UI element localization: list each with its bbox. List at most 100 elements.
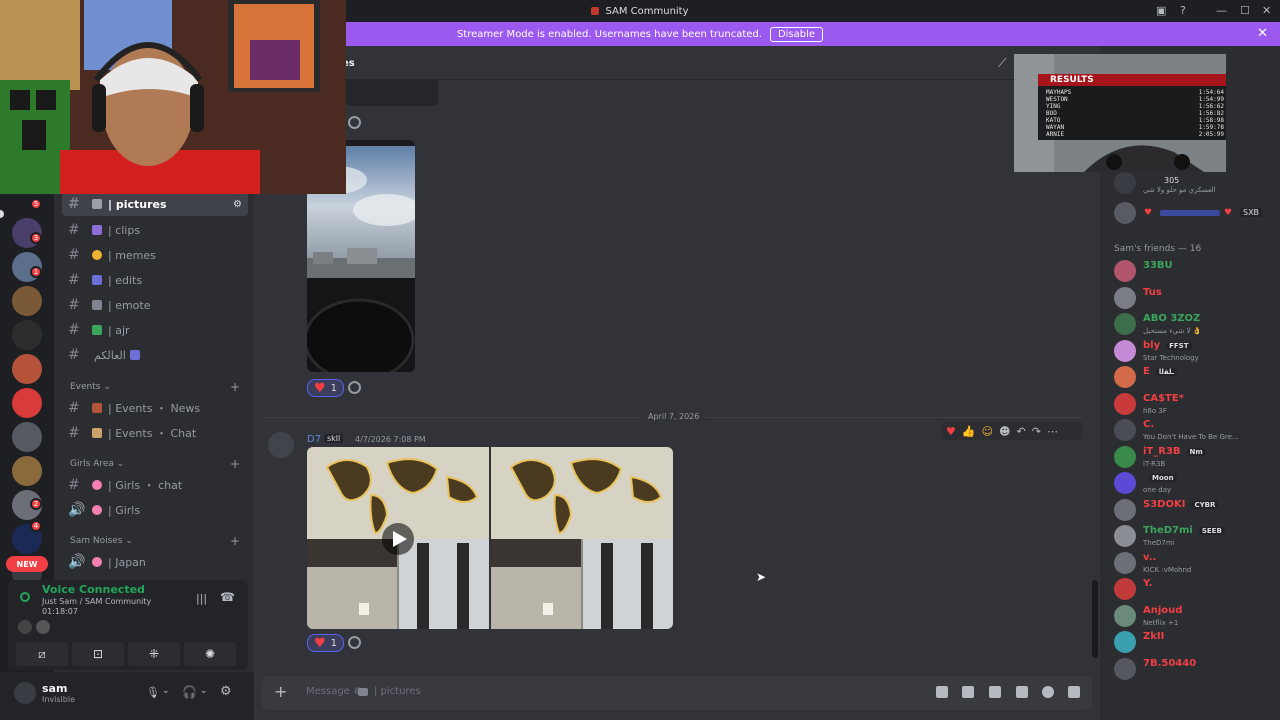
member-avatar[interactable] <box>1114 604 1136 627</box>
image-attachment[interactable] <box>346 80 438 106</box>
screen-share-button[interactable]: ⊡ <box>72 642 124 666</box>
channel-edits[interactable]: # | edits <box>62 268 248 292</box>
author-guild-tag[interactable]: skll <box>324 434 344 443</box>
add-reaction-icon[interactable]: ☻ <box>999 425 1010 438</box>
participant-avatar[interactable] <box>36 620 50 634</box>
server-icon[interactable] <box>12 286 42 316</box>
member-row[interactable]: 33BU <box>1114 258 1276 286</box>
member-avatar[interactable] <box>1114 419 1136 441</box>
minimize-icon[interactable]: — <box>1216 4 1227 17</box>
heart-reaction[interactable]: ♥ 1 <box>307 634 345 652</box>
channel-girls-voice[interactable]: 🔊 | Girls <box>62 498 248 522</box>
translate-icon[interactable] <box>936 686 948 698</box>
member-row[interactable]: Anjoud Netflix +1 <box>1114 603 1276 631</box>
channel-girls-chat[interactable]: # | Girls ・ chat <box>62 473 248 497</box>
member-avatar[interactable] <box>1114 657 1136 680</box>
member-row[interactable]: E ـﻠﻘﻟا <box>1114 364 1276 392</box>
chevron-down-icon[interactable]: ⌄ <box>200 686 208 696</box>
apps-icon[interactable] <box>1068 686 1080 698</box>
member-row[interactable]: v.. KICK :vMohnd <box>1114 550 1276 578</box>
message-composer[interactable]: + Message # | pictures <box>262 676 1092 710</box>
gift-icon[interactable] <box>962 686 974 698</box>
member-avatar[interactable] <box>1114 366 1136 388</box>
category-events[interactable]: Events ⌄ <box>70 382 111 392</box>
signal-icon[interactable] <box>20 592 30 602</box>
channel-japan[interactable]: 🔊 | Japan <box>62 550 248 574</box>
member-avatar[interactable] <box>1114 578 1136 600</box>
member-row[interactable]: Tus <box>1114 285 1276 313</box>
message-author[interactable]: D7 <box>307 434 321 445</box>
thumbs-up-quick-react-icon[interactable]: 👍 <box>962 425 976 438</box>
channel-pictures[interactable]: # | pictures ⚙ <box>62 192 248 216</box>
disconnect-icon[interactable]: ☎ <box>220 590 235 604</box>
add-channel-icon[interactable]: + <box>230 457 240 471</box>
avatar[interactable] <box>14 682 36 704</box>
member-row[interactable]: C. You Don't Have To Be Gre... <box>1114 417 1276 445</box>
author-avatar[interactable] <box>268 432 294 458</box>
member-row[interactable]: Y. <box>1114 576 1276 604</box>
add-reaction-icon[interactable] <box>348 636 361 649</box>
channel-clips[interactable]: # | clips <box>62 218 248 242</box>
category-girls-area[interactable]: Girls Area ⌄ <box>70 459 124 469</box>
heart-quick-react-icon[interactable]: ♥ <box>946 425 956 438</box>
member-avatar[interactable] <box>1114 392 1136 415</box>
server-icon[interactable] <box>12 320 42 350</box>
activities-button[interactable]: ⁜ <box>128 642 180 666</box>
member-row[interactable]: ZkII <box>1114 629 1276 657</box>
add-channel-icon[interactable]: + <box>230 380 240 394</box>
more-options-icon[interactable]: ⋯ <box>1047 425 1058 438</box>
member-avatar[interactable] <box>1114 339 1136 362</box>
member-row[interactable]: 7B.50440 <box>1114 656 1276 684</box>
message-input-placeholder[interactable]: Message # <box>306 686 361 697</box>
headphones-icon[interactable]: 🎧 <box>182 685 197 699</box>
member-avatar[interactable] <box>1114 172 1136 194</box>
channel-emote[interactable]: # | emote <box>62 293 248 317</box>
soundboard-button[interactable]: ✺ <box>184 642 236 666</box>
member-row[interactable]: bly FFST Star Technology <box>1114 338 1276 366</box>
member-avatar[interactable] <box>1114 313 1136 335</box>
member-avatar[interactable] <box>1114 445 1136 468</box>
video-attachment[interactable] <box>307 447 489 629</box>
add-reaction-icon[interactable] <box>348 116 361 129</box>
member-avatar[interactable] <box>1114 525 1136 547</box>
category-sam-noises[interactable]: Sam Noises ⌄ <box>70 536 133 546</box>
member-row[interactable]: ABO 3ZOZ لا شيء مستحيل 👌 <box>1114 311 1276 339</box>
upload-plus-icon[interactable]: + <box>274 682 287 701</box>
member-row[interactable]: iT_R3B Nm iT-R3B <box>1114 444 1276 472</box>
emoji-icon[interactable] <box>1042 686 1054 698</box>
sticker-icon[interactable] <box>1016 686 1028 698</box>
member-avatar[interactable] <box>1114 260 1136 282</box>
server-icon[interactable] <box>12 388 42 418</box>
channel-events-news[interactable]: # | Events ・ News <box>62 396 248 420</box>
video-attachment[interactable] <box>491 447 673 629</box>
member-avatar[interactable] <box>1114 202 1136 224</box>
camera-off-button[interactable]: ⧄ <box>16 642 68 666</box>
pin-icon[interactable]: ⟋ <box>998 56 1006 71</box>
channel-memes[interactable]: # | memes <box>62 243 248 267</box>
channel-settings-icon[interactable]: ⚙ <box>233 199 242 210</box>
participant-avatar[interactable] <box>18 620 32 634</box>
server-icon[interactable] <box>12 422 42 452</box>
mic-icon[interactable]: 🎙 <box>146 686 160 699</box>
member-avatar[interactable] <box>1114 286 1136 309</box>
disable-streamer-mode-button[interactable]: Disable <box>769 26 824 42</box>
settings-gear-icon[interactable]: ⚙ <box>220 684 232 699</box>
inbox-icon[interactable]: ▣ <box>1156 4 1166 17</box>
gif-icon[interactable] <box>989 686 1001 698</box>
member-row[interactable]: S3DOKI CYBR <box>1114 497 1276 525</box>
member-avatar[interactable] <box>1114 498 1136 521</box>
close-window-icon[interactable]: ✕ <box>1262 4 1271 17</box>
close-banner-icon[interactable]: ✕ <box>1257 26 1268 41</box>
maximize-icon[interactable]: ☐ <box>1240 4 1250 17</box>
noise-suppression-icon[interactable]: ||| <box>196 592 207 605</box>
add-reaction-icon[interactable] <box>348 381 361 394</box>
member-row[interactable]: TheD7mi SEEB TheD7mi <box>1114 523 1276 551</box>
channel-arabic[interactable]: # العالكم <box>62 343 248 367</box>
member-row[interactable]: CA$TE* h8o 3F <box>1114 391 1276 419</box>
channel-ajr[interactable]: # | ajr <box>62 318 248 342</box>
server-icon[interactable] <box>12 456 42 486</box>
emoji-quick-react-icon[interactable]: ☺ <box>982 425 993 438</box>
member-row[interactable]: Moon one day <box>1114 470 1276 498</box>
member-avatar[interactable] <box>1114 551 1136 574</box>
reply-icon[interactable]: ↶ <box>1017 425 1026 438</box>
